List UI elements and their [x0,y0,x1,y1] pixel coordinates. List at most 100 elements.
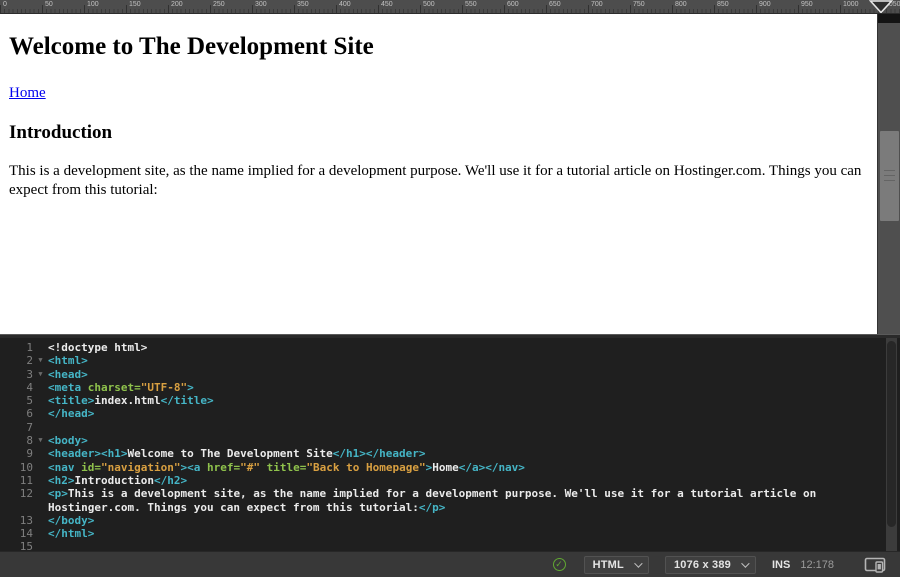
code-view[interactable]: 1<!doctype html>2▼<html>3▼<head>4<meta c… [0,338,900,551]
fold-triangle-icon[interactable]: ▼ [33,354,48,367]
ruler-tick-label: 800 [675,1,687,9]
code-line[interactable]: 2▼<html> [0,354,884,367]
ruler-tick-label: 750 [633,1,645,9]
code-line[interactable]: 3▼<head> [0,368,884,381]
line-number: 1 [0,341,33,354]
ruler-tick-label: 350 [297,1,309,9]
fold-spacer [33,540,48,551]
ruler-tick-label: 1000 [843,1,859,9]
device-preview-icon[interactable] [864,557,886,573]
line-number: 9 [0,447,33,460]
fold-triangle-icon[interactable]: ▼ [33,434,48,447]
code-text[interactable]: <nav id="navigation"><a href="#" title="… [48,461,884,474]
code-line[interactable]: 13 </body> [0,514,884,527]
line-number: 4 [0,381,33,394]
fold-spacer [33,487,48,514]
line-number: 5 [0,394,33,407]
lint-ok-icon[interactable]: ✓ [553,558,566,571]
code-gutter: 3▼ [0,368,48,381]
code-text[interactable]: <p>This is a development site, as the na… [48,487,884,514]
code-gutter: 8▼ [0,434,48,447]
fold-spacer [33,514,48,527]
fold-triangle-icon[interactable]: ▼ [33,368,48,381]
design-h1[interactable]: Welcome to The Development Site [9,33,867,61]
ruler-tick-label: 950 [801,1,813,9]
ruler-tick-label: 700 [591,1,603,9]
fold-spacer [33,341,48,354]
design-home-link[interactable]: Home [9,85,46,102]
code-text[interactable]: <header><h1>Welcome to The Development S… [48,447,884,460]
fold-spacer [33,421,48,434]
code-line[interactable]: 15 [0,540,884,551]
cursor-position: 12:178 [800,559,834,571]
line-number: 8 [0,434,33,447]
chevron-down-icon [634,559,642,567]
ruler-tick-label: 400 [339,1,351,9]
fold-spacer [33,394,48,407]
code-text[interactable]: <title>index.html</title> [48,394,884,407]
design-scrollbar-thumb[interactable] [880,131,899,221]
insert-mode-indicator: INS [772,559,790,571]
code-text[interactable]: </body> [48,514,884,527]
code-text[interactable]: <!doctype html> [48,341,884,354]
code-gutter: 9 [0,447,48,460]
code-line[interactable]: 5 <title>index.html</title> [0,394,884,407]
ruler-tick-label: 650 [549,1,561,9]
code-line[interactable]: 1 <!doctype html> [0,341,884,354]
language-dropdown[interactable]: HTML [584,556,649,574]
design-document: Welcome to The Development Site Home Int… [0,33,877,200]
ruler-tick-label: 0 [3,1,7,9]
code-text[interactable]: <meta charset="UTF-8"> [48,381,884,394]
code-line[interactable]: 14</html> [0,527,884,540]
design-paragraph[interactable]: This is a development site, as the name … [9,162,867,200]
code-line[interactable]: 8▼<body> [0,434,884,447]
line-number: 13 [0,514,33,527]
fold-spacer [33,381,48,394]
code-scrollbar[interactable] [886,338,897,551]
code-text[interactable]: <h2>Introduction</h2> [48,474,884,487]
window-size-dropdown[interactable]: 1076 x 389 [665,556,756,574]
code-gutter: 12 [0,487,48,514]
code-editor[interactable]: 1<!doctype html>2▼<html>3▼<head>4<meta c… [0,338,884,551]
code-text[interactable] [48,421,884,434]
code-gutter: 2▼ [0,354,48,367]
code-line[interactable]: 11 <h2>Introduction</h2> [0,474,884,487]
code-gutter: 7 [0,421,48,434]
ruler-tick-label: 600 [507,1,519,9]
language-label: HTML [593,559,624,571]
line-number: 7 [0,421,33,434]
code-text[interactable]: <head> [48,368,884,381]
code-text[interactable]: </html> [48,527,884,540]
code-text[interactable]: <html> [48,354,884,367]
fold-spacer [33,461,48,474]
line-number: 12 [0,487,33,514]
ruler-tick-label: 300 [255,1,267,9]
fold-spacer [33,447,48,460]
chevron-down-icon [741,559,749,567]
code-gutter: 11 [0,474,48,487]
window-size-label: 1076 x 389 [674,559,731,571]
ruler-tick-label: 450 [381,1,393,9]
code-line[interactable]: 4 <meta charset="UTF-8"> [0,381,884,394]
ruler-tick-label: 250 [213,1,225,9]
design-h2[interactable]: Introduction [9,122,867,144]
dreamweaver-window: 0501001502002503003504004505005506006507… [0,0,900,577]
line-number: 11 [0,474,33,487]
code-line[interactable]: 12 <p>This is a development site, as the … [0,487,884,514]
code-scrollbar-thumb[interactable] [887,341,896,527]
code-text[interactable] [48,540,884,551]
code-line[interactable]: 6</head> [0,407,884,420]
code-line[interactable]: 10<nav id="navigation"><a href="#" title… [0,461,884,474]
code-line[interactable]: 7 [0,421,884,434]
code-line[interactable]: 9 <header><h1>Welcome to The Development … [0,447,884,460]
design-scrollbar[interactable] [877,14,900,334]
design-view[interactable]: Welcome to The Development Site Home Int… [0,14,900,334]
horizontal-ruler[interactable]: 0501001502002503003504004505005506006507… [0,0,900,14]
ruler-tick-label: 100 [87,1,99,9]
code-text[interactable]: </head> [48,407,884,420]
code-gutter: 14 [0,527,48,540]
fold-spacer [33,407,48,420]
ruler-marker-icon[interactable] [869,0,893,14]
code-gutter: 10 [0,461,48,474]
code-text[interactable]: <body> [48,434,884,447]
